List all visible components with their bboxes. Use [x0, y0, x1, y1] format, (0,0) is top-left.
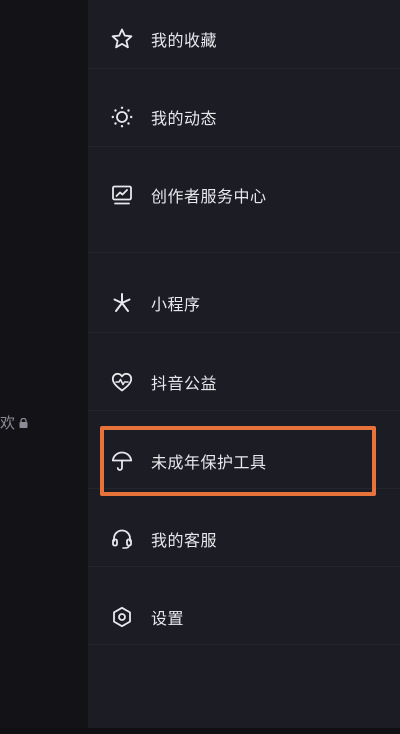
- menu-item-label: 抖音公益: [151, 374, 218, 393]
- divider: [88, 410, 400, 411]
- asterisk-icon: [110, 291, 134, 315]
- divider: [88, 566, 400, 567]
- side-drawer: 我的收藏 我的动态 创作者服务中心 小程序 抖音公益 未成年保护工具 我的客服 …: [88, 0, 400, 734]
- menu-item-label: 我的客服: [151, 531, 218, 550]
- background-partial-text: 欢: [0, 412, 28, 433]
- divider: [88, 644, 400, 645]
- background-page[interactable]: 欢: [0, 0, 88, 734]
- divider: [88, 146, 400, 147]
- menu-item-label: 我的动态: [151, 109, 218, 128]
- divider: [88, 252, 400, 253]
- menu-item-settings[interactable]: 设置: [110, 602, 184, 632]
- sun-dotted-icon: [110, 105, 134, 129]
- hexagon-gear-icon: [110, 605, 134, 629]
- menu-item-customer-service[interactable]: 我的客服: [110, 524, 217, 554]
- chart-monitor-icon: [110, 183, 134, 207]
- menu-item-favorites[interactable]: 我的收藏: [110, 24, 217, 54]
- menu-item-label: 我的收藏: [151, 31, 218, 50]
- lock-icon: [19, 417, 28, 428]
- highlight-annotation-box: [100, 426, 376, 496]
- background-text: 欢: [0, 414, 16, 432]
- menu-item-charity[interactable]: 抖音公益: [110, 367, 217, 397]
- menu-item-moments[interactable]: 我的动态: [110, 102, 217, 132]
- menu-item-mini-programs[interactable]: 小程序: [110, 288, 201, 318]
- divider: [88, 68, 400, 69]
- divider: [88, 332, 400, 333]
- menu-item-creator-center[interactable]: 创作者服务中心: [110, 180, 267, 210]
- headset-icon: [110, 527, 134, 551]
- star-icon: [110, 27, 134, 51]
- menu-item-label: 设置: [151, 609, 185, 628]
- page: 欢 我的收藏 我的动态 创作者服务中心 小程序 抖音公益 未成年保护工具 我的客…: [0, 0, 400, 734]
- heart-wave-icon: [110, 370, 134, 394]
- menu-item-label: 小程序: [151, 295, 201, 314]
- bottom-edge: [0, 728, 400, 734]
- menu-item-label: 创作者服务中心: [151, 187, 267, 206]
